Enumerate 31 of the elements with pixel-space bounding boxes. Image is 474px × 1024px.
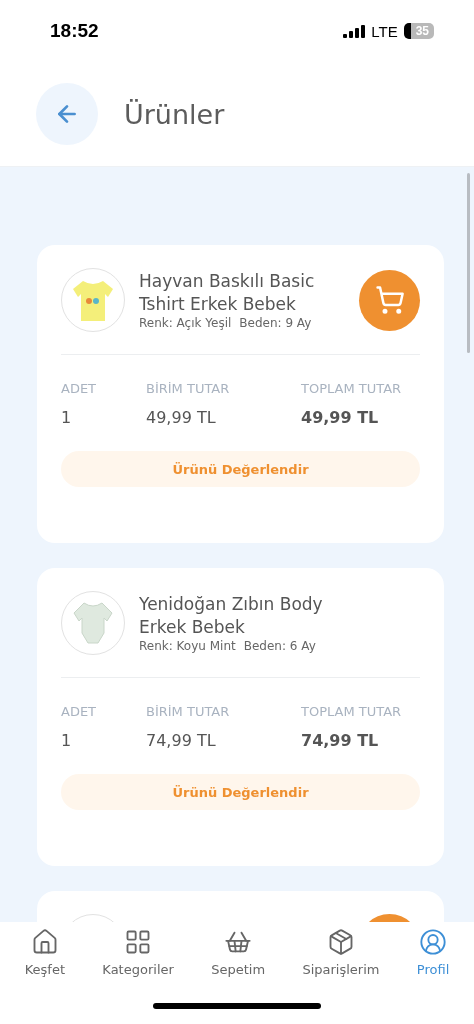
unit-price-label: BİRİM TUTAR	[146, 381, 231, 396]
quantity-value: 1	[61, 408, 73, 427]
total-price-label: TOPLAM TUTAR	[301, 704, 403, 719]
product-size: Beden: 9 Ay	[239, 316, 312, 330]
quantity-label: ADET	[61, 704, 98, 719]
product-name: Hayvan Baskılı Basic Tshirt Erkek Bebek	[139, 270, 316, 316]
total-price-label: TOPLAM TUTAR	[301, 381, 403, 396]
product-color: Renk: Açık Yeşil	[139, 316, 232, 330]
cart-icon	[374, 285, 405, 315]
product-color: Renk: Koyu Mint	[139, 639, 236, 653]
signal-icon	[343, 24, 366, 38]
unit-price-label: BİRİM TUTAR	[146, 704, 231, 719]
battery-indicator: 35	[403, 23, 434, 39]
tab-bar-item[interactable]: Sepetim	[211, 928, 266, 977]
total-price-value: 74,99 TL	[301, 731, 380, 750]
unit-price-value: 74,99 TL	[146, 731, 217, 750]
product-name: Yenidoğan Zıbın Body Erkek Bebek	[139, 593, 324, 639]
quantity-label: ADET	[61, 381, 98, 396]
tab-bar-item[interactable]: Kategoriler	[102, 928, 174, 977]
product-size: Beden: 6 Ay	[243, 639, 316, 653]
add-to-cart-button[interactable]	[359, 269, 420, 331]
quantity-value: 1	[61, 731, 73, 750]
page-title: Ürünler	[124, 98, 225, 130]
user-icon	[419, 928, 448, 956]
unit-price-value: 49,99 TL	[146, 408, 217, 427]
tab-bar-item[interactable]: Siparişlerim	[302, 928, 380, 977]
tab-bar-item[interactable]: Keşfet	[24, 928, 65, 977]
total-price-value: 49,99 TL	[301, 408, 380, 427]
network-label: LTE	[371, 22, 398, 40]
status-time: 18:52	[50, 20, 99, 42]
tab-bar-item[interactable]: Profil	[416, 928, 450, 977]
